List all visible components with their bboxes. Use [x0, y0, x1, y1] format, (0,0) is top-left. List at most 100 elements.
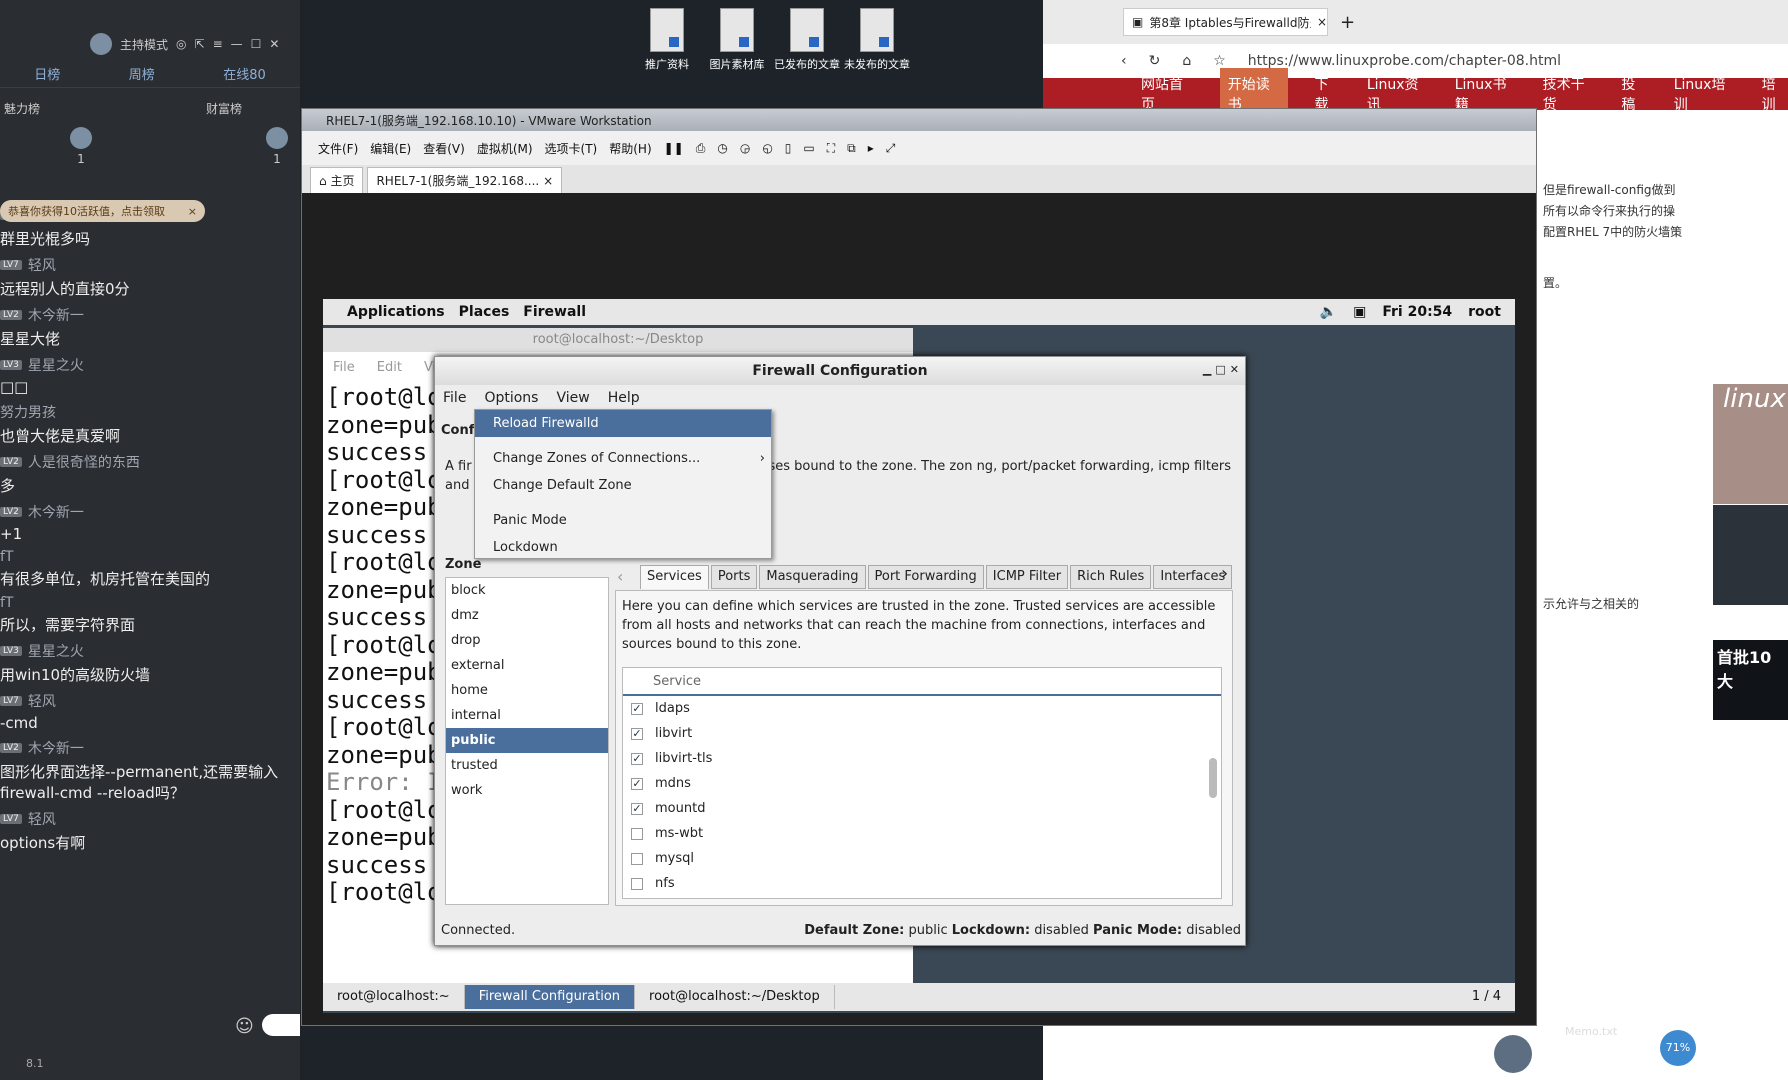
service-row[interactable]: nfs: [623, 871, 1221, 896]
menu-lockdown[interactable]: Lockdown: [475, 534, 771, 561]
vm-menu-view[interactable]: 查看(V): [423, 140, 465, 157]
zone-item-trusted[interactable]: trusted: [446, 753, 608, 778]
bookmark-star-icon[interactable]: ☆: [1213, 53, 1226, 69]
desktop-icon-unpublished[interactable]: 未发布的文章: [842, 8, 912, 72]
url-field[interactable]: https://www.linuxprobe.com/chapter-08.ht…: [1248, 53, 1561, 69]
chat-username[interactable]: LV3 星星之火: [0, 641, 300, 661]
tab-vm[interactable]: RHEL7-1(服务端_192.168.... ×: [367, 167, 563, 193]
close-icon[interactable]: ✕: [1230, 363, 1239, 376]
chat-username[interactable]: fT: [0, 595, 300, 611]
tab-close-icon[interactable]: ×: [1317, 15, 1327, 29]
service-checkbox[interactable]: [631, 852, 643, 865]
service-row[interactable]: ✓ mdns: [623, 771, 1221, 796]
chat-username[interactable]: fT: [0, 549, 300, 565]
taskbar-firewall[interactable]: Firewall Configuration: [464, 985, 636, 1009]
fw-menu-help[interactable]: Help: [608, 390, 640, 406]
chat-username[interactable]: LV7 轻风: [0, 691, 300, 711]
service-row[interactable]: ✓ libvirt-tls: [623, 746, 1221, 771]
taskbar-terminal-2[interactable]: root@localhost:~/Desktop: [635, 985, 835, 1009]
firewall-app-menu[interactable]: Firewall: [523, 304, 586, 320]
zone-item-drop[interactable]: drop: [446, 628, 608, 653]
services-scrollbar[interactable]: [1209, 758, 1217, 798]
desktop-icon-promo[interactable]: 推广资料: [632, 8, 702, 72]
places-menu[interactable]: Places: [459, 304, 510, 320]
network-icon[interactable]: ▣: [1353, 304, 1366, 320]
service-checkbox[interactable]: ✓: [631, 802, 643, 815]
ad-banner-dark[interactable]: [1713, 505, 1788, 605]
back-icon[interactable]: ‹: [1121, 53, 1127, 69]
memo-file-icon[interactable]: Memo.txt: [1565, 985, 1617, 1040]
service-row[interactable]: mysql: [623, 846, 1221, 871]
nav-submit[interactable]: 投稿: [1621, 74, 1647, 114]
file-txt[interactable]: 解压密码.txt: [1535, 940, 1591, 970]
send-keys-icon[interactable]: ⎙: [696, 141, 706, 156]
chat-input[interactable]: [262, 1014, 300, 1036]
applications-menu[interactable]: Applications: [347, 304, 445, 320]
chat-username[interactable]: LV2 木今新一: [0, 502, 300, 522]
sidebar-view-icon[interactable]: ▯: [785, 141, 792, 155]
zone-item-internal[interactable]: internal: [446, 703, 608, 728]
reload-icon[interactable]: ↻: [1149, 53, 1161, 69]
restore-snapshot-icon[interactable]: ◶: [740, 141, 750, 155]
zone-item-block[interactable]: block: [446, 578, 608, 603]
tab-daily[interactable]: 日榜: [34, 64, 60, 83]
service-checkbox[interactable]: ✓: [631, 702, 643, 715]
minimize-icon[interactable]: ▁: [1203, 363, 1211, 376]
terminal-icon[interactable]: ▸: [868, 141, 874, 155]
vm-menu-file[interactable]: 文件(F): [318, 140, 358, 157]
tab-masquerading[interactable]: Masquerading: [759, 565, 866, 589]
volume-icon[interactable]: 🔈: [1320, 304, 1337, 320]
service-checkbox[interactable]: ✓: [631, 777, 643, 790]
zone-item-external[interactable]: external: [446, 653, 608, 678]
chat-username[interactable]: LV2 人是很奇怪的东西: [0, 452, 300, 472]
fw-menu-view[interactable]: View: [556, 390, 589, 406]
linux-ad-banner[interactable]: linux: [1713, 384, 1788, 504]
tab-port-forwarding[interactable]: Port Forwarding: [867, 565, 984, 589]
service-row[interactable]: ms-wbt: [623, 821, 1221, 846]
menu-change-zones-of-connections[interactable]: Change Zones of Connections... ›: [475, 445, 771, 472]
file-htm[interactable]: 资料解压密码.htm: [1597, 940, 1653, 970]
nav-training[interactable]: Linux培训: [1674, 74, 1736, 114]
term-menu-file[interactable]: File: [333, 360, 355, 375]
new-tab-icon[interactable]: +: [1340, 12, 1355, 33]
menu-icon[interactable]: ≡: [213, 37, 223, 51]
clock[interactable]: Fri 20:54: [1382, 304, 1452, 320]
user-menu[interactable]: root: [1468, 304, 1501, 320]
vm-menu-help[interactable]: 帮助(H): [609, 140, 651, 157]
nav-tech[interactable]: 技术干货: [1543, 74, 1596, 114]
desktop-icon-published[interactable]: 已发布的文章: [772, 8, 842, 72]
tab-weekly[interactable]: 周榜: [129, 64, 155, 83]
pause-icon[interactable]: ❚❚: [664, 141, 684, 155]
tab-icmp-filter[interactable]: ICMP Filter: [985, 565, 1069, 589]
tabs-scroll-right-icon[interactable]: ›: [1221, 563, 1228, 584]
emoji-icon[interactable]: ☺: [235, 1016, 254, 1037]
service-row[interactable]: ✓ ldaps: [623, 696, 1221, 721]
tabs-scroll-left-icon[interactable]: ‹: [617, 567, 623, 586]
fullscreen-icon[interactable]: ⛶: [827, 141, 835, 156]
file-book[interactable]: 必读Linux书籍(免费): [1659, 940, 1723, 970]
zone-item-work[interactable]: work: [446, 778, 608, 803]
manage-snapshot-icon[interactable]: ◵: [762, 141, 772, 155]
chat-username[interactable]: LV7 轻风: [0, 809, 300, 829]
tab-rich-rules[interactable]: Rich Rules: [1070, 565, 1152, 589]
browser-tab[interactable]: ▣ 第8章 Iptables与Firewalld防火墙 ×: [1123, 8, 1328, 36]
popout-icon[interactable]: ⇱: [195, 37, 205, 51]
chat-username[interactable]: LV2 木今新一: [0, 305, 300, 325]
menu-change-default-zone[interactable]: Change Default Zone: [475, 472, 771, 499]
maximize-icon[interactable]: ☐: [251, 37, 262, 51]
service-checkbox[interactable]: ✓: [631, 727, 643, 740]
service-column-header[interactable]: Service: [623, 668, 1221, 696]
chat-username[interactable]: 努力男孩: [0, 402, 300, 422]
service-checkbox[interactable]: [631, 827, 643, 840]
charm-rank-avatar[interactable]: [70, 127, 92, 149]
stretch-icon[interactable]: ⤢: [886, 141, 896, 156]
service-checkbox[interactable]: ✓: [631, 752, 643, 765]
service-row[interactable]: ✓ mountd: [623, 796, 1221, 821]
tab-ports[interactable]: Ports: [710, 565, 758, 589]
ime-indicator[interactable]: 英: [1538, 1058, 1551, 1077]
menu-panic-mode[interactable]: Panic Mode: [475, 507, 771, 534]
chat-username[interactable]: LV2 木今新一: [0, 738, 300, 758]
term-menu-edit[interactable]: Edit: [377, 360, 402, 375]
tab-home[interactable]: ⌂ 主页: [310, 167, 364, 193]
speed-ball[interactable]: 71%: [1660, 1030, 1696, 1066]
